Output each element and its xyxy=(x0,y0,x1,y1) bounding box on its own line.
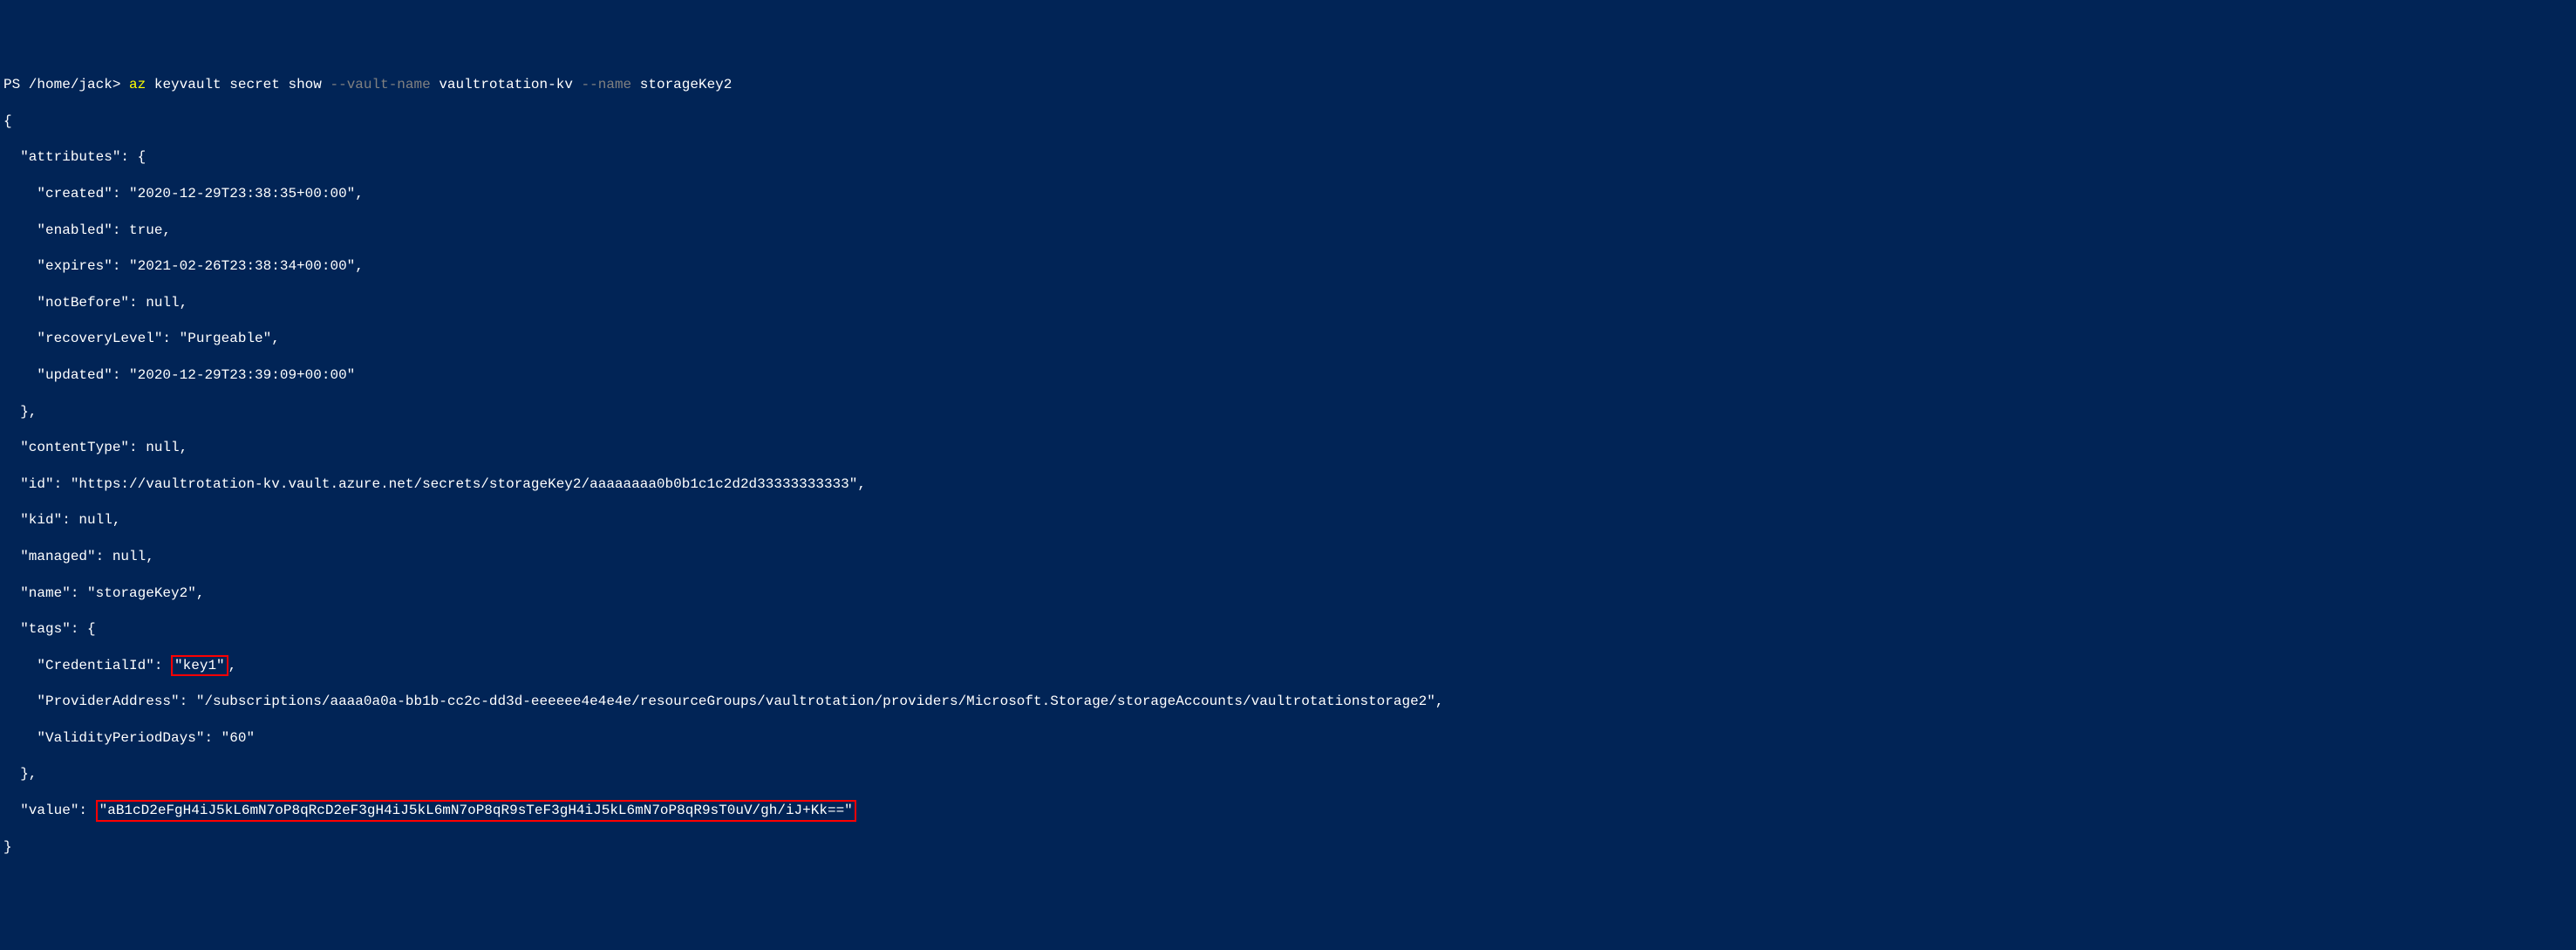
flag-name: --name xyxy=(582,77,640,92)
output-line: "created": "2020-12-29T23:38:35+00:00", xyxy=(3,185,2573,203)
output-line: "expires": "2021-02-26T23:38:34+00:00", xyxy=(3,257,2573,276)
arg-name: storageKey2 xyxy=(640,77,733,92)
output-line: "id": "https://vaultrotation-kv.vault.az… xyxy=(3,475,2573,494)
output-line: } xyxy=(3,838,2573,857)
cmd-rest: keyvault secret show xyxy=(154,77,331,92)
flag-vault-name: --vault-name xyxy=(330,77,439,92)
output-line: "name": "storageKey2", xyxy=(3,584,2573,603)
command-line[interactable]: PS /home/jack> az keyvault secret show -… xyxy=(3,76,2573,94)
arg-vault-name: vaultrotation-kv xyxy=(439,77,581,92)
value-key: "value": xyxy=(3,803,96,818)
cmd-az: az xyxy=(129,77,154,92)
output-line: "tags": { xyxy=(3,620,2573,639)
output-line: "managed": null, xyxy=(3,548,2573,566)
output-line-credentialid: "CredentialId": "key1", xyxy=(3,657,2573,675)
output-line: "ProviderAddress": "/subscriptions/aaaa0… xyxy=(3,693,2573,711)
output-line: }, xyxy=(3,403,2573,421)
output-line: "enabled": true, xyxy=(3,222,2573,240)
value-highlight: "aB1cD2eFgH4iJ5kL6mN7oP8qRcD2eF3gH4iJ5kL… xyxy=(96,800,856,822)
credentialid-comma: , xyxy=(228,658,237,673)
output-line: "notBefore": null, xyxy=(3,294,2573,312)
output-line: "kid": null, xyxy=(3,511,2573,530)
credentialid-value-highlight: "key1" xyxy=(171,655,228,677)
output-line: "contentType": null, xyxy=(3,439,2573,457)
output-line: }, xyxy=(3,765,2573,783)
output-line: "updated": "2020-12-29T23:39:09+00:00" xyxy=(3,366,2573,385)
output-line: { xyxy=(3,113,2573,131)
credentialid-key: "CredentialId": xyxy=(3,658,171,673)
output-line: "attributes": { xyxy=(3,148,2573,167)
prompt-prefix: PS /home/jack> xyxy=(3,77,129,92)
output-line-value: "value": "aB1cD2eFgH4iJ5kL6mN7oP8qRcD2eF… xyxy=(3,802,2573,820)
output-line: "recoveryLevel": "Purgeable", xyxy=(3,330,2573,348)
output-line: "ValidityPeriodDays": "60" xyxy=(3,729,2573,748)
